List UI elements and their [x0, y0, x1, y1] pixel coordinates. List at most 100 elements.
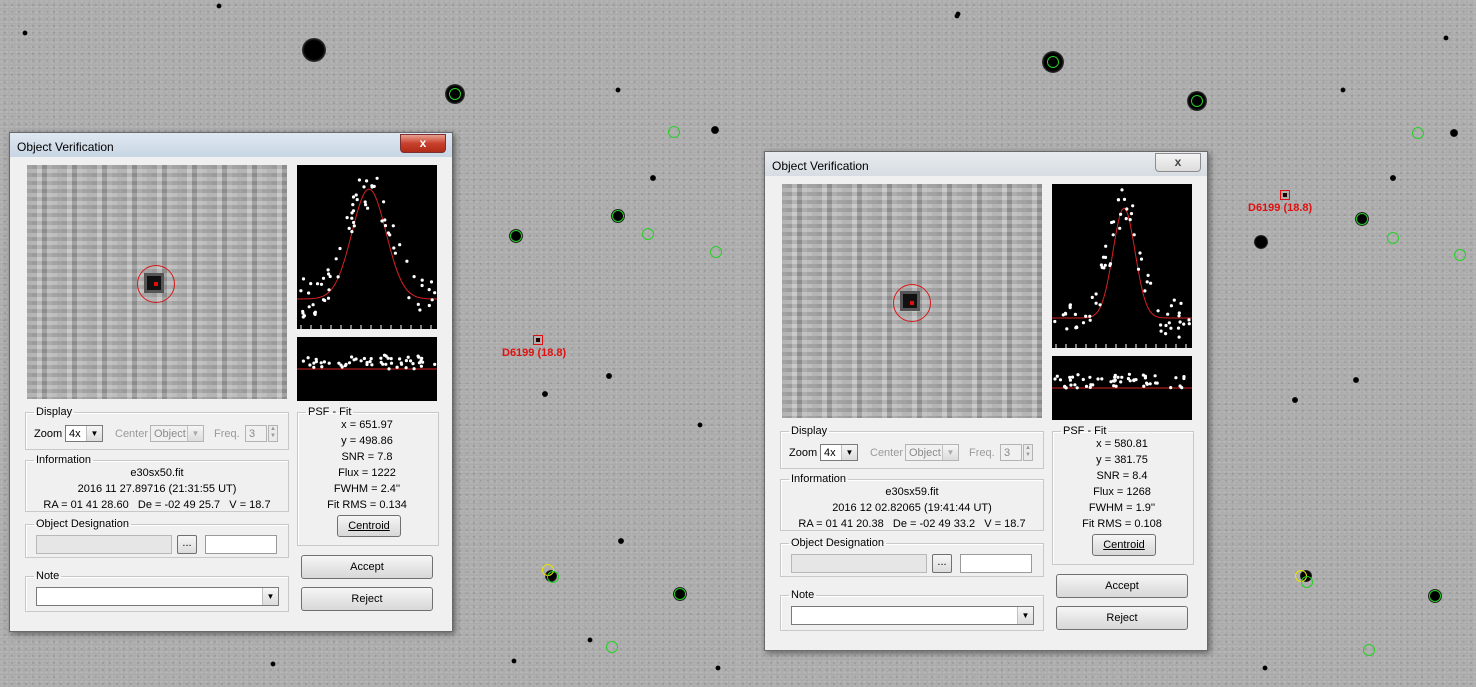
center-select[interactable]: Object ▼ — [150, 425, 204, 442]
chevron-down-icon[interactable]: ▼ — [86, 426, 102, 441]
designation-code-input[interactable] — [205, 535, 277, 554]
psf-point — [327, 288, 331, 292]
psf-point — [365, 179, 369, 183]
display-legend: Display — [36, 406, 73, 418]
psf-point — [357, 178, 361, 182]
psf-point — [345, 216, 349, 220]
center-select[interactable]: Object ▼ — [905, 444, 959, 461]
residual-plot — [297, 337, 437, 401]
note-select[interactable]: ▼ — [36, 587, 279, 606]
residual-point — [1068, 378, 1072, 382]
psf-point — [347, 226, 351, 230]
psf-point — [1098, 303, 1102, 307]
freq-input[interactable]: 3 — [245, 425, 267, 442]
designation-browse-button[interactable]: ... — [177, 535, 197, 554]
residual-point — [1178, 384, 1182, 388]
residual-point — [1055, 374, 1059, 378]
reject-button[interactable]: Reject — [1056, 606, 1188, 630]
residual-point — [419, 364, 423, 368]
centroid-button[interactable]: Centroid — [1092, 534, 1156, 556]
chevron-down-icon[interactable]: ▼ — [187, 426, 203, 441]
centroid-button[interactable]: Centroid — [337, 515, 401, 537]
psf-point — [352, 224, 356, 228]
reject-button[interactable]: Reject — [301, 587, 433, 611]
psf-point — [370, 185, 374, 189]
zoom-label: Zoom — [789, 447, 818, 459]
psf-point — [1102, 266, 1106, 270]
psf-point — [429, 280, 434, 284]
designation-input[interactable] — [36, 535, 172, 554]
freq-input[interactable]: 3 — [1000, 444, 1022, 461]
note-legend: Note — [36, 570, 60, 582]
residual-point — [1081, 377, 1085, 382]
psf-point — [1149, 281, 1153, 285]
residual-point — [359, 359, 363, 363]
object-verification-dialog[interactable]: Object Verification x Display Zoom 4x ▼ … — [9, 132, 453, 632]
psf-point — [393, 251, 397, 255]
freq-spinner[interactable]: ▲ ▼ — [1023, 444, 1033, 461]
designation-browse-button[interactable]: ... — [932, 554, 952, 573]
zoom-select[interactable]: 4x ▼ — [65, 425, 103, 442]
detection-ring — [1412, 127, 1424, 139]
star — [615, 87, 621, 93]
psf-point — [1159, 329, 1163, 333]
psf-x: x = 580.81 — [1096, 438, 1148, 450]
target-marker[interactable] — [1280, 190, 1290, 200]
psf-legend: PSF - Fit — [1063, 425, 1107, 437]
residual-point — [1142, 384, 1146, 388]
close-button[interactable]: x — [1155, 153, 1201, 172]
psf-point — [433, 291, 437, 295]
centroid-button-label: Centroid — [348, 520, 390, 532]
psf-point — [1104, 244, 1108, 248]
residual-point — [344, 362, 348, 366]
object-verification-dialog[interactable]: Object Verification x Display Zoom 4x ▼ … — [764, 151, 1208, 651]
residual-point — [1088, 375, 1092, 379]
psf-snr: SNR = 8.4 — [1096, 470, 1148, 482]
zoom-image[interactable] — [782, 184, 1042, 418]
residual-point — [1143, 376, 1147, 380]
note-select[interactable]: ▼ — [791, 606, 1034, 625]
title-bar[interactable]: Object Verification x — [10, 133, 452, 157]
freq-spinner[interactable]: ▲ ▼ — [268, 425, 278, 442]
residual-point — [1075, 386, 1079, 390]
target-label: D6199 (18.8) — [1248, 202, 1313, 214]
chevron-down-icon[interactable]: ▼ — [841, 445, 857, 460]
psf-point — [1122, 197, 1127, 201]
star — [715, 665, 721, 671]
psf-point — [311, 303, 315, 307]
close-button[interactable]: x — [400, 134, 446, 153]
chevron-down-icon[interactable]: ▼ — [262, 588, 278, 605]
psf-chart — [1052, 188, 1192, 348]
dialog-title: Object Verification — [772, 159, 869, 173]
residual-chart — [297, 353, 437, 371]
detection-ring — [1047, 56, 1059, 68]
display-legend: Display — [791, 425, 828, 437]
designation-input[interactable] — [791, 554, 927, 573]
accept-button[interactable]: Accept — [301, 555, 433, 579]
psf-point — [321, 276, 326, 280]
designation-code-input[interactable] — [960, 554, 1032, 573]
detection-ring — [710, 246, 722, 258]
psf-point — [1169, 304, 1173, 308]
residual-point — [312, 361, 316, 365]
zoom-image[interactable] — [27, 165, 287, 399]
title-bar[interactable]: Object Verification x — [765, 152, 1207, 176]
detection-ring — [1387, 232, 1399, 244]
chevron-down-icon[interactable]: ▼ — [942, 445, 958, 460]
psf-point — [1103, 255, 1108, 259]
psf-point — [383, 224, 388, 228]
residual-point — [350, 355, 354, 359]
target-marker[interactable] — [533, 335, 543, 345]
psf-y: y = 381.75 — [1096, 454, 1148, 466]
freq-value: 3 — [1004, 447, 1011, 459]
psf-point — [315, 282, 320, 286]
psf-point — [301, 277, 306, 281]
star — [955, 11, 961, 17]
psf-point — [405, 259, 409, 263]
zoom-select[interactable]: 4x ▼ — [820, 444, 858, 461]
residual-point — [1174, 376, 1178, 380]
psf-chart — [297, 176, 437, 329]
residual-point — [369, 357, 373, 361]
chevron-down-icon[interactable]: ▼ — [1017, 607, 1033, 624]
accept-button[interactable]: Accept — [1056, 574, 1188, 598]
